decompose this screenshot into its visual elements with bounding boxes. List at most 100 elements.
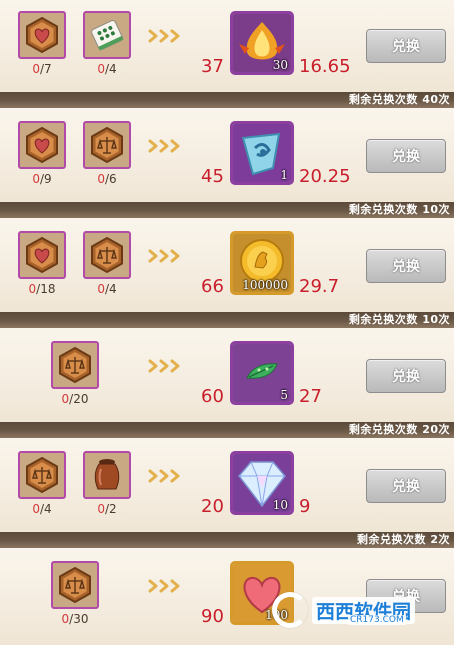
reward-quantity: 1 bbox=[280, 168, 288, 182]
chevron-right-icon bbox=[146, 358, 186, 374]
right-number: 9 bbox=[299, 496, 311, 517]
cost-count: 0/18 bbox=[28, 282, 56, 296]
chevron-right-icon bbox=[146, 578, 186, 594]
owned-count: 0 bbox=[97, 282, 105, 296]
cost-item[interactable] bbox=[83, 121, 131, 169]
cost-count: 0/9 bbox=[32, 172, 52, 186]
reward-item[interactable]: 30 bbox=[230, 11, 294, 75]
chevron-right-icon bbox=[146, 28, 186, 44]
cost-count: 0/2 bbox=[97, 502, 117, 516]
required-count: 30 bbox=[73, 612, 89, 626]
cost-item[interactable] bbox=[18, 11, 66, 59]
cost-item[interactable] bbox=[18, 231, 66, 279]
left-number: 20 bbox=[201, 496, 224, 517]
right-number: 16.65 bbox=[299, 56, 351, 77]
cost-item[interactable] bbox=[83, 451, 131, 499]
remaining-count-label: 剩余兑换次数 20次 bbox=[348, 423, 450, 436]
exchange-row: 0/20 60 5 27 兑换 bbox=[0, 328, 454, 425]
row-divider: 剩余兑换次数 40次 bbox=[0, 92, 454, 108]
chevron-right-icon bbox=[146, 138, 186, 154]
required-count: 4 bbox=[109, 282, 117, 296]
cost-count: 0/4 bbox=[97, 282, 117, 296]
remaining-count-label: 剩余兑换次数 10次 bbox=[348, 203, 450, 216]
required-count: 6 bbox=[109, 172, 117, 186]
reward-item[interactable]: 5 bbox=[230, 341, 294, 405]
reward-item[interactable]: 10 bbox=[230, 451, 294, 515]
required-count: 18 bbox=[40, 282, 56, 296]
left-number: 66 bbox=[201, 276, 224, 297]
scales-token-icon bbox=[88, 236, 126, 274]
scales-token-icon bbox=[56, 566, 94, 604]
owned-count: 0 bbox=[32, 172, 40, 186]
reward-item[interactable]: 1 bbox=[230, 121, 294, 185]
required-count: 7 bbox=[44, 62, 52, 76]
cost-item[interactable] bbox=[83, 231, 131, 279]
exchange-button[interactable]: 兑换 bbox=[366, 469, 446, 503]
owned-count: 0 bbox=[32, 62, 40, 76]
chevron-right-icon bbox=[146, 468, 186, 484]
left-number: 60 bbox=[201, 386, 224, 407]
watermark-c-icon bbox=[272, 592, 308, 628]
row-divider: 剩余兑换次数 2次 bbox=[0, 532, 454, 548]
cost-item[interactable] bbox=[83, 11, 131, 59]
scales-token-icon bbox=[56, 346, 94, 384]
remaining-count-label: 剩余兑换次数 10次 bbox=[348, 313, 450, 326]
left-number: 90 bbox=[201, 606, 224, 627]
heart-token-icon bbox=[23, 236, 61, 274]
required-count: 4 bbox=[109, 62, 117, 76]
row-divider: 剩余兑换次数 20次 bbox=[0, 422, 454, 438]
left-number: 37 bbox=[201, 56, 224, 77]
watermark-logo: 西西软件园 CR173.COM bbox=[254, 587, 454, 633]
exchange-row: 0/18 0/4 66 100000 29.7 兑换 bbox=[0, 218, 454, 315]
owned-count: 0 bbox=[32, 502, 40, 516]
cost-count: 0/6 bbox=[97, 172, 117, 186]
exchange-button[interactable]: 兑换 bbox=[366, 29, 446, 63]
remaining-count-label: 剩余兑换次数 2次 bbox=[357, 533, 450, 546]
exchange-button[interactable]: 兑换 bbox=[366, 249, 446, 283]
cost-item[interactable] bbox=[18, 121, 66, 169]
scales-token-icon bbox=[23, 456, 61, 494]
left-number: 45 bbox=[201, 166, 224, 187]
cost-item[interactable] bbox=[51, 341, 99, 389]
chevron-right-icon bbox=[146, 248, 186, 264]
owned-count: 0 bbox=[97, 62, 105, 76]
reward-item[interactable]: 100000 bbox=[230, 231, 294, 295]
cost-count: 0/4 bbox=[32, 502, 52, 516]
reward-quantity: 5 bbox=[280, 388, 288, 402]
cost-count: 0/20 bbox=[61, 392, 89, 406]
owned-count: 0 bbox=[97, 502, 105, 516]
cost-item[interactable] bbox=[18, 451, 66, 499]
exchange-button[interactable]: 兑换 bbox=[366, 139, 446, 173]
cost-count: 0/4 bbox=[97, 62, 117, 76]
required-count: 20 bbox=[73, 392, 89, 406]
right-number: 29.7 bbox=[299, 276, 340, 297]
remaining-count-label: 剩余兑换次数 40次 bbox=[348, 93, 450, 106]
mahjong-tile-icon bbox=[87, 15, 127, 55]
exchange-button[interactable]: 兑换 bbox=[366, 359, 446, 393]
right-number: 20.25 bbox=[299, 166, 351, 187]
heart-token-icon bbox=[23, 16, 61, 54]
reward-quantity: 10 bbox=[272, 498, 288, 512]
heart-token-icon bbox=[23, 126, 61, 164]
required-count: 4 bbox=[44, 502, 52, 516]
clay-jar-icon bbox=[87, 455, 127, 495]
exchange-row: 0/4 0/2 20 10 9 兑换 bbox=[0, 438, 454, 535]
reward-quantity: 100000 bbox=[242, 278, 288, 292]
owned-count: 0 bbox=[28, 282, 37, 296]
reward-quantity: 30 bbox=[272, 58, 288, 72]
required-count: 9 bbox=[44, 172, 52, 186]
owned-count: 0 bbox=[61, 612, 70, 626]
cost-item[interactable] bbox=[51, 561, 99, 609]
watermark-site: CR173.COM bbox=[348, 615, 406, 625]
scales-token-icon bbox=[88, 126, 126, 164]
right-number: 27 bbox=[299, 386, 322, 407]
row-divider: 剩余兑换次数 10次 bbox=[0, 202, 454, 218]
exchange-row: 0/9 0/6 45 1 20.25 兑换 bbox=[0, 108, 454, 205]
cost-count: 0/7 bbox=[32, 62, 52, 76]
required-count: 2 bbox=[109, 502, 117, 516]
row-divider: 剩余兑换次数 10次 bbox=[0, 312, 454, 328]
owned-count: 0 bbox=[97, 172, 105, 186]
owned-count: 0 bbox=[61, 392, 70, 406]
cost-count: 0/30 bbox=[61, 612, 89, 626]
exchange-row: 0/7 0/4 37 30 16.65 兑换 bbox=[0, 0, 454, 95]
